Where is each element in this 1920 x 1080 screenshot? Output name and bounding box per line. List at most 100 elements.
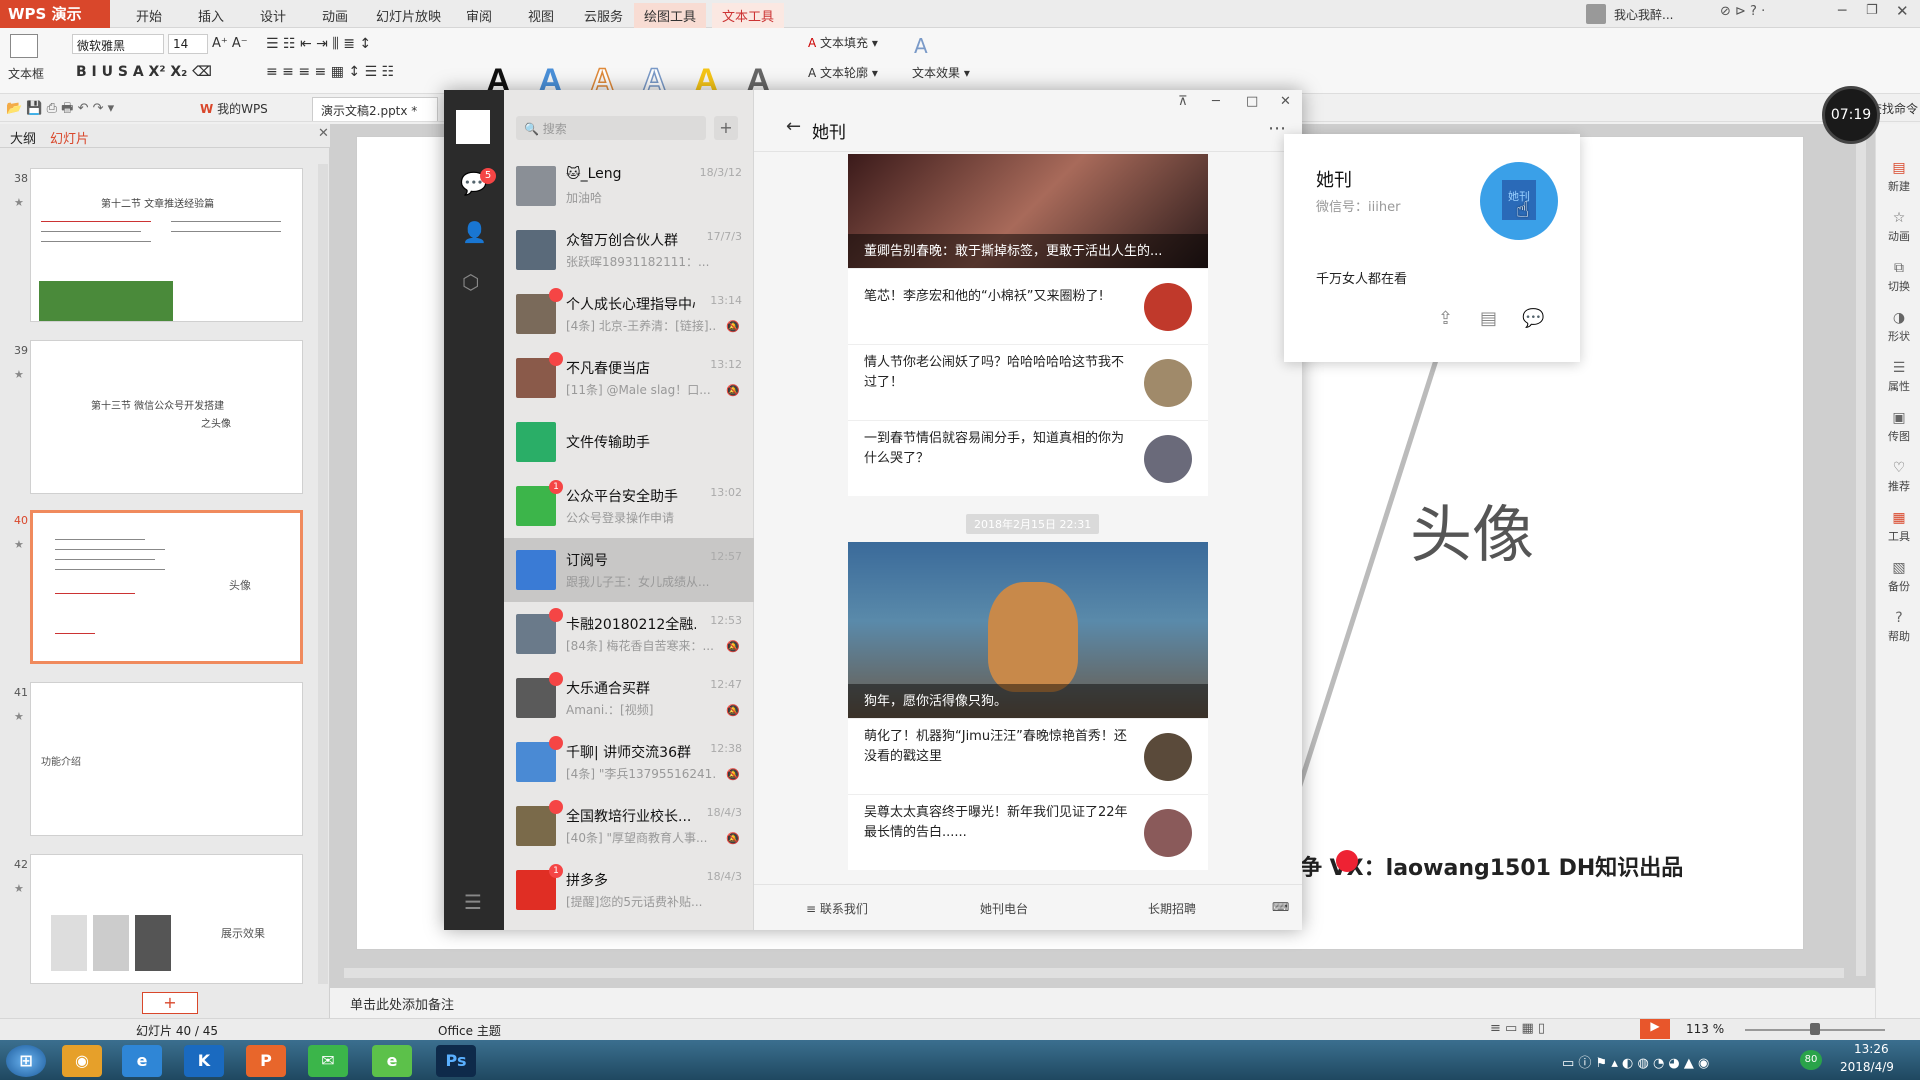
menu-animation[interactable]: 动画	[322, 6, 348, 25]
zoom-slider-handle[interactable]	[1810, 1023, 1820, 1035]
slide-thumbnail-39[interactable]: 第十三节 微信公众号开发搭建 之头像	[30, 340, 303, 494]
sidebar-properties[interactable]: ☰ 属性	[1880, 360, 1918, 394]
sidebar-tools[interactable]: ▦ 工具	[1880, 510, 1918, 544]
add-chat-button[interactable]: +	[714, 116, 738, 140]
canvas-h-scrollbar[interactable]	[344, 968, 1844, 978]
menu-view[interactable]: 视图	[528, 6, 554, 25]
slide-thumbnail-38[interactable]: 第十二节 文章推送经验篇	[30, 168, 303, 322]
chat-item[interactable]: 全国教培行业校长... [40条] "厚望商教育人事... 18/4/3 🔕	[504, 794, 754, 858]
text-fill-button[interactable]: A 文本填充 ▾	[808, 34, 878, 51]
keyboard-toggle-icon[interactable]: ⌨	[1272, 900, 1289, 914]
menu-insert[interactable]: 插入	[198, 6, 224, 25]
chat-item[interactable]: 文件传输助手	[504, 410, 754, 474]
article-item[interactable]: 一到春节情侣就容易闹分手，知道真相的你为什么哭了？	[848, 420, 1208, 496]
restore-icon[interactable]: ❐	[1866, 3, 1878, 18]
quick-icons[interactable]: 📂 💾 ⎙ 🖶 ↶ ↷ ▾	[6, 99, 114, 121]
chat-item[interactable]: 🐱_Leng 加油哈 18/3/12	[504, 154, 754, 218]
slide-thumbnail-41[interactable]: 功能介绍	[30, 682, 303, 836]
chat-item-selected[interactable]: 订阅号 跟我儿子王：女儿成绩从... 12:57	[504, 538, 754, 602]
my-wps-tab[interactable]: W 我的WPS	[200, 100, 268, 117]
wechat-taskbar-icon[interactable]: ✉	[308, 1045, 348, 1077]
wechat-maximize-icon[interactable]: □	[1246, 94, 1258, 109]
chat-item[interactable]: 大乐通合买群 Amani.：[视频] 12:47 🔕	[504, 666, 754, 730]
tray-time[interactable]: 13:26	[1854, 1042, 1889, 1056]
k-browser-icon[interactable]: K	[184, 1045, 224, 1077]
article-item[interactable]: 情人节你老公闹妖了吗？哈哈哈哈哈这节我不过了！	[848, 344, 1208, 420]
tab-text-tools[interactable]: 文本工具	[712, 3, 785, 28]
sidebar-shape[interactable]: ◑ 形状	[1880, 310, 1918, 344]
wps-taskbar-icon[interactable]: P	[246, 1045, 286, 1077]
article-cover-caption[interactable]: 董卿告别春晚：敢于撕掉标签，更敢于活出人生的...	[864, 240, 1162, 259]
sidebar-new[interactable]: ▤ 新建	[1880, 160, 1918, 194]
tray-date[interactable]: 2018/4/9	[1840, 1060, 1894, 1074]
article-cover-image[interactable]: 狗年，愿你活得像只狗。	[848, 542, 1208, 718]
user-avatar[interactable]	[456, 110, 490, 144]
article-item[interactable]: 萌化了！机器狗“Jimu汪汪”春晚惊艳首秀！还没看的戳这里	[848, 718, 1208, 794]
chat-item[interactable]: 众智万创合伙人群 张跃晖18931182111：... 17/7/3	[504, 218, 754, 282]
article-item[interactable]: 笔芯！李彦宏和他的“小棉袄”又来圈粉了!	[848, 268, 1208, 344]
menu-contact-us[interactable]: ≡ 联系我们	[806, 900, 868, 917]
history-icon[interactable]: ▤	[1480, 308, 1497, 329]
sidebar-recommend[interactable]: ♡ 推荐	[1880, 460, 1918, 494]
close-icon[interactable]: ✕	[1896, 2, 1909, 20]
menu-design[interactable]: 设计	[260, 6, 286, 25]
canvas-v-scrollbar[interactable]	[1856, 136, 1866, 976]
format-buttons[interactable]: B I U S A X² X₂ ⌫	[76, 64, 212, 80]
article-cover-caption[interactable]: 狗年，愿你活得像只狗。	[864, 690, 1007, 709]
font-size-select[interactable]: 14	[168, 34, 208, 54]
start-button[interactable]: ⊞	[6, 1045, 46, 1077]
browser-taskbar-icon[interactable]: e	[372, 1045, 412, 1077]
photoshop-icon[interactable]: Ps	[436, 1045, 476, 1077]
sidebar-upload-image[interactable]: ▣ 传图	[1880, 410, 1918, 444]
play-button[interactable]: ▶	[1640, 1019, 1670, 1039]
sidebar-transition[interactable]: ⧉ 切换	[1880, 260, 1918, 294]
tab-slides[interactable]: 幻灯片	[50, 128, 89, 147]
user-avatar[interactable]	[1586, 4, 1606, 24]
textbox-icon[interactable]	[10, 34, 38, 58]
minimize-icon[interactable]: ─	[1838, 3, 1846, 19]
chat-item[interactable]: 1 拼多多 [提醒]您的5元话费补贴... 18/4/3	[504, 858, 754, 922]
sidebar-animation[interactable]: ☆ 动画	[1880, 210, 1918, 244]
slide-thumbnail-42[interactable]: 展示效果	[30, 854, 303, 984]
menu-radio[interactable]: 她刊电台	[980, 900, 1028, 917]
view-buttons[interactable]: ≡ ▭ ▦ ▯	[1490, 1021, 1545, 1036]
slide-thumbnail-40[interactable]: 头像	[30, 510, 303, 664]
text-outline-button[interactable]: A 文本轮廓 ▾	[808, 64, 878, 81]
taskbar-app-icon[interactable]: ◉	[62, 1045, 102, 1077]
article-item[interactable]: 吴尊太太真容终于曝光！新年我们见证了22年最长情的告白......	[848, 794, 1208, 870]
align-buttons[interactable]: ≡ ≡ ≡ ≡ ▦ ↕ ☰ ☷	[266, 64, 394, 80]
notes-area[interactable]: 单击此处添加备注	[330, 988, 1875, 1018]
font-grow-icon[interactable]: A⁺ A⁻	[212, 36, 248, 51]
chat-item[interactable]: 千聊| 讲师交流36群 [4条] "李兵13795516241... 12:38 🔕	[504, 730, 754, 794]
chat-item[interactable]: 卡融20180212全融... [84条] 梅花香自苦寒来：... 12:53 🔕	[504, 602, 754, 666]
menu-slideshow[interactable]: 幻灯片放映	[376, 6, 441, 25]
tab-outline[interactable]: 大纲	[10, 128, 36, 147]
user-name[interactable]: 我心我醉...	[1614, 6, 1673, 23]
tab-drawing-tools[interactable]: 绘图工具	[634, 3, 707, 28]
message-icon[interactable]: 💬	[1522, 308, 1544, 329]
sidebar-help[interactable]: ? 帮助	[1880, 610, 1918, 644]
chat-item[interactable]: 个人成长心理指导中心 [4条] 北京-王养清：[链接]... 13:14 🔕	[504, 282, 754, 346]
wechat-minimize-icon[interactable]: ─	[1212, 94, 1220, 109]
menu-start[interactable]: 开始	[136, 6, 162, 25]
pin-icon[interactable]: ⊼	[1178, 94, 1188, 109]
wechat-close-icon[interactable]: ✕	[1280, 94, 1291, 109]
chat-item[interactable]: 1 公众平台安全助手 公众号登录操作申请 13:02	[504, 474, 754, 538]
menu-recruit[interactable]: 长期招聘	[1148, 900, 1196, 917]
menu-cloud[interactable]: 云服务	[584, 6, 623, 25]
contacts-icon[interactable]: 👤	[462, 220, 487, 244]
list-buttons[interactable]: ☰ ☷ ⇤ ⇥ ⫼ ≣ ↕	[266, 36, 371, 52]
wps-logo-menu[interactable]: WPS 演示	[0, 0, 110, 28]
ie-icon[interactable]: e	[122, 1045, 162, 1077]
back-arrow-icon[interactable]: ←	[786, 116, 801, 137]
text-effect-button[interactable]: 文本效果 ▾	[912, 64, 970, 81]
chat-item[interactable]: 不凡春便当店 [11条] @Male slag！口... 13:12 🔕	[504, 346, 754, 410]
slide-title[interactable]: 头像	[1410, 484, 1534, 574]
panel-close-icon[interactable]: ✕	[318, 126, 329, 141]
menu-icon[interactable]: ☰	[464, 890, 482, 914]
article-cover-image[interactable]: 董卿告别春晚：敢于撕掉标签，更敢于活出人生的...	[848, 154, 1208, 268]
tray-icons[interactable]: ▭ ⓘ ⚑ ▴ ◐ ◍ ◔ ◕ ▲ ◉	[1562, 1052, 1709, 1071]
add-slide-button[interactable]: +	[142, 992, 198, 1014]
document-tab[interactable]: 演示文稿2.pptx *	[312, 97, 438, 121]
thumbnail-scrollbar[interactable]	[318, 164, 328, 984]
